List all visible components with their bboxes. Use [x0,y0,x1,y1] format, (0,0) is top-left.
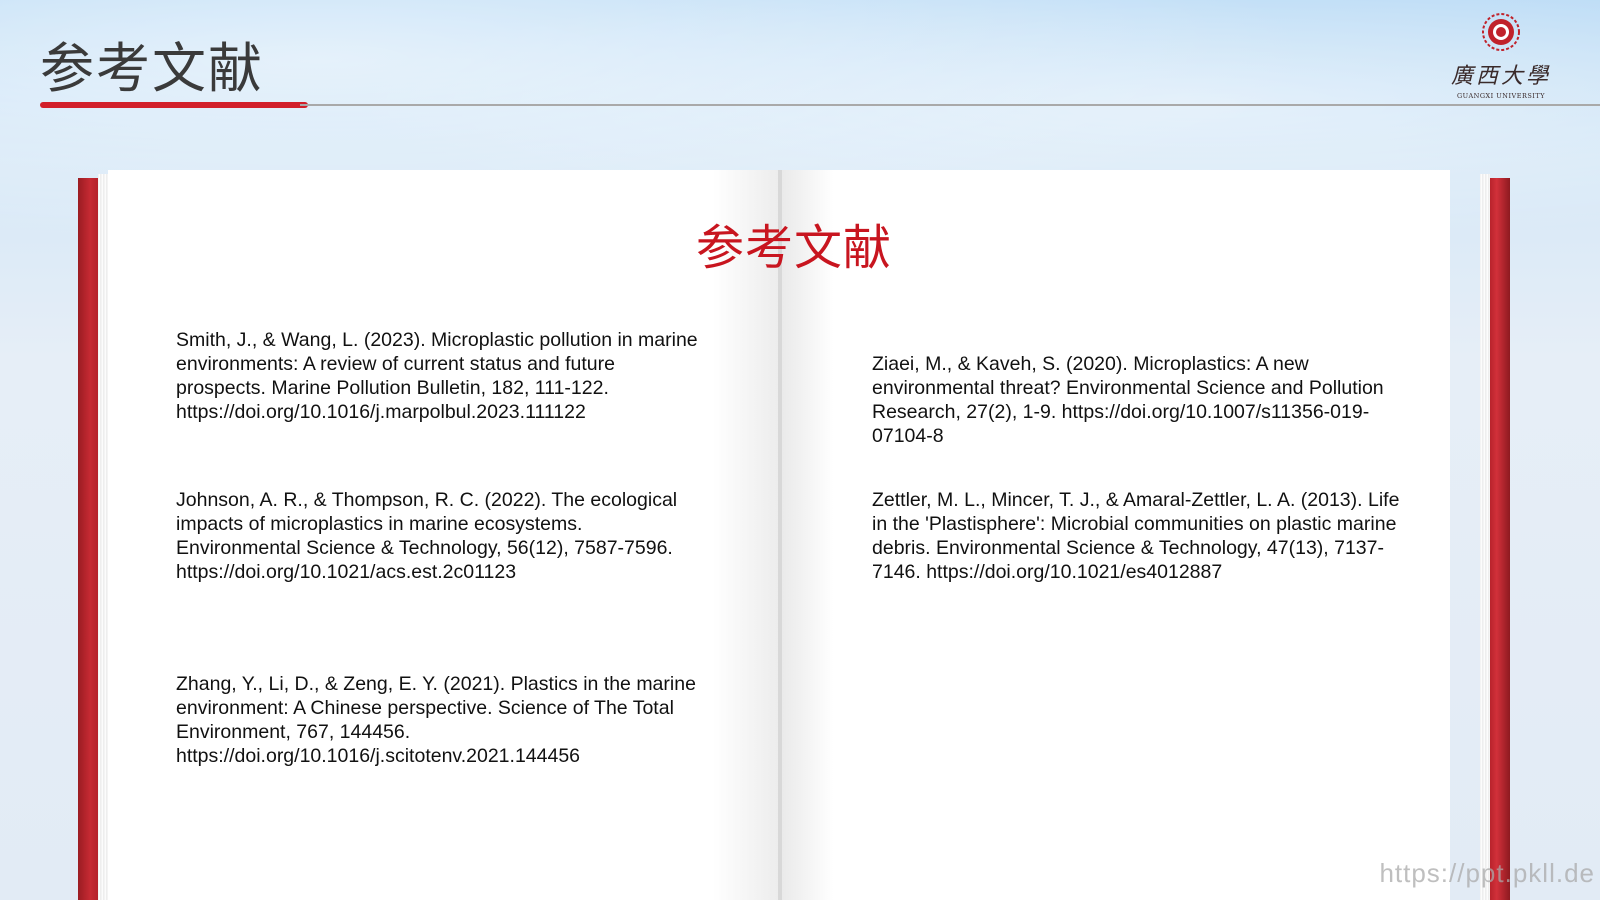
university-name-english: GUANGXI UNIVERSITY [1456,92,1546,100]
book-cover-left [78,178,100,900]
slide-title: 参考文献 [40,37,264,100]
title-divider-line [300,104,1600,106]
open-book: 参考文献 Smith, J., & Wang, L. (2023). Micro… [78,170,1510,900]
title-accent-bar [40,102,308,108]
page-edges-right [1480,174,1490,900]
reference-item: Zettler, M. L., Mincer, T. J., & Amaral-… [872,489,1400,583]
reference-item: Zhang, Y., Li, D., & Zeng, E. Y. (2021).… [176,673,696,767]
book-spine [778,170,782,900]
reference-item: Johnson, A. R., & Thompson, R. C. (2022)… [176,489,678,583]
watermark-url: https://ppt.pkll.de [1379,858,1595,888]
reference-item: Ziaei, M., & Kaveh, S. (2020). Microplas… [872,353,1384,447]
references-heading: 参考文献 [695,220,892,276]
book-cover-right [1488,178,1510,900]
university-logo: 廣西大學 GUANGXI UNIVERSITY [1446,8,1556,106]
page-edges-left [98,174,108,900]
reference-item: Smith, J., & Wang, L. (2023). Microplast… [176,329,698,423]
university-seal-icon [1482,13,1520,51]
university-name: 廣西大學 [1450,64,1551,89]
